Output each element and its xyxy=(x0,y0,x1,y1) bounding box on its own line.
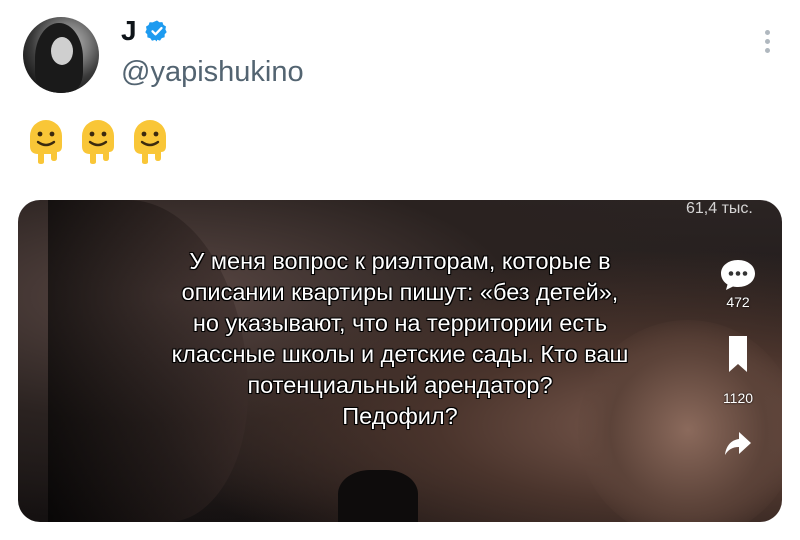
overlay-line: но указывают, что на территории есть xyxy=(192,310,608,336)
avatar-face xyxy=(51,37,73,65)
tweet: J @yapishukino 61,4 тыс. У меня вопрос к… xyxy=(0,0,800,540)
overlay-line: Педофил? xyxy=(342,403,458,429)
media-side-actions: 472 1120 xyxy=(708,258,768,458)
media-views-count: 61,4 тыс. xyxy=(686,200,753,217)
overlay-line: описании квартиры пишут: «без детей», xyxy=(181,279,619,305)
verified-badge-icon xyxy=(144,20,167,42)
author-name-row: J xyxy=(121,14,169,48)
bookmark-count: 1120 xyxy=(722,390,754,406)
comment-bubble-icon xyxy=(721,260,755,290)
media-overlay-text: У меня вопрос к риэлторам, которые в опи… xyxy=(68,246,732,432)
author-display-name[interactable]: J xyxy=(121,14,137,48)
share-arrow-icon xyxy=(725,432,751,455)
tweet-text xyxy=(26,116,170,164)
media-background-shape xyxy=(338,470,418,522)
overlay-line: потенциальный арендатор? xyxy=(247,372,553,398)
comment-count: 472 xyxy=(726,294,750,310)
melting-face-emoji-icon xyxy=(82,120,114,164)
tweet-media-image[interactable]: 61,4 тыс. У меня вопрос к риэлторам, кот… xyxy=(18,200,782,522)
more-options-icon[interactable] xyxy=(760,30,774,60)
melting-face-emoji-icon xyxy=(134,120,166,164)
melting-face-emoji-icon xyxy=(30,120,62,164)
overlay-line: У меня вопрос к риэлторам, которые в xyxy=(189,248,611,274)
author-handle[interactable]: @yapishukino xyxy=(121,54,304,90)
overlay-line: классные школы и детские сады. Кто ваш xyxy=(171,341,629,367)
avatar[interactable] xyxy=(23,17,99,93)
bookmark-icon xyxy=(729,336,747,372)
